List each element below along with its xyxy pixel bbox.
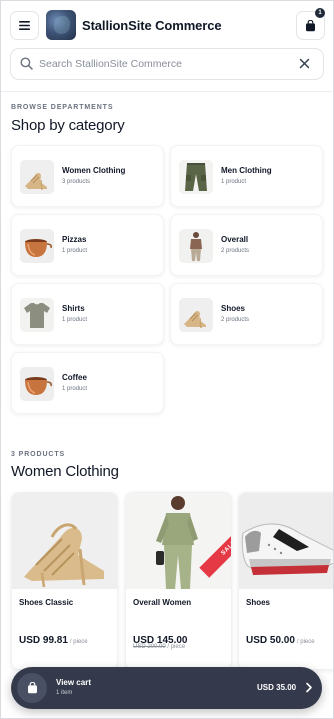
categories-title: Shop by category <box>11 117 125 134</box>
product-card[interactable]: Shoes Classic USD 99.81/ piece <box>11 492 118 670</box>
sneaker-image <box>239 493 333 589</box>
category-card[interactable]: Pizzas 1 product <box>11 214 164 276</box>
category-count: 1 product <box>62 248 88 254</box>
category-card[interactable]: Shoes 2 products <box>170 283 323 345</box>
products-title: Women Clothing <box>11 463 119 480</box>
category-count: 1 product <box>221 179 247 185</box>
category-card[interactable]: Overall 2 products <box>170 214 323 276</box>
sandal-heels-image <box>179 298 213 332</box>
search-bar <box>10 48 324 80</box>
sandal-heels-image <box>12 493 117 589</box>
products-eyebrow: 3 PRODUCTS <box>11 451 66 458</box>
category-count: 3 products <box>62 179 91 185</box>
category-name: Overall <box>221 235 249 244</box>
product-name: Shoes <box>246 598 271 607</box>
category-name: Women Clothing <box>62 166 126 175</box>
store-logo[interactable] <box>46 10 76 40</box>
category-card[interactable]: Women Clothing 3 products <box>11 145 164 207</box>
category-card[interactable]: Men Clothing 1 product <box>170 145 323 207</box>
cart-total: USD 35.00 <box>257 683 297 692</box>
store-name[interactable]: StallionSite Commerce <box>82 18 222 33</box>
price-unit: / piece <box>296 639 315 645</box>
view-cart-label: View cart <box>56 678 91 687</box>
category-count: 1 product <box>62 317 88 323</box>
cart-count-badge: 1 <box>315 8 325 18</box>
search-input[interactable] <box>39 54 289 74</box>
cart-item-count: 1 item <box>56 690 73 696</box>
category-name: Shirts <box>62 304 85 313</box>
price-unit: / piece <box>69 639 88 645</box>
copper-pot-image <box>20 367 54 401</box>
category-card[interactable]: Coffee 1 product <box>11 352 164 414</box>
chevron-right-icon <box>306 682 312 693</box>
category-name: Pizzas <box>62 235 87 244</box>
categories-eyebrow: BROWSE DEPARTMENTS <box>11 104 114 111</box>
close-icon[interactable] <box>299 58 310 69</box>
header: StallionSite Commerce 1 <box>1 1 333 91</box>
category-count: 1 product <box>62 386 88 392</box>
price-amount: USD 99.81 <box>19 635 68 646</box>
view-cart-bar[interactable]: View cart 1 item USD 35.00 <box>11 667 322 709</box>
category-card[interactable]: Shirts 1 product <box>11 283 164 345</box>
search-icon <box>20 57 33 70</box>
category-count: 2 products <box>221 248 250 254</box>
copper-pot-image <box>20 229 54 263</box>
product-card[interactable]: Shoes USD 50.00/ piece <box>238 492 333 670</box>
menu-button[interactable] <box>10 11 39 40</box>
app-frame: StallionSite Commerce 1 BROWSE DEPARTMEN… <box>0 0 334 719</box>
tshirt-image <box>20 298 54 332</box>
product-price: USD 50.00/ piece <box>246 630 315 648</box>
old-price-amount: USD 200.00 <box>133 644 166 650</box>
price-amount: USD 50.00 <box>246 635 295 646</box>
cargo-pants-image <box>179 160 213 194</box>
category-name: Shoes <box>221 304 246 313</box>
shopping-bag-icon <box>27 682 37 694</box>
header-divider <box>1 91 333 92</box>
hamburger-icon <box>19 21 30 30</box>
shopping-bag-icon <box>306 19 315 31</box>
product-name: Shoes Classic <box>19 598 74 607</box>
sandal-heels-image <box>20 160 54 194</box>
price-unit: / piece <box>167 644 186 650</box>
product-price: USD 99.81/ piece <box>19 630 88 648</box>
category-name: Men Clothing <box>221 166 272 175</box>
old-price: USD 200.00 / piece <box>133 644 185 650</box>
product-name: Overall Women <box>133 598 192 607</box>
model-outfit-image <box>179 229 213 263</box>
cart-bar-bag <box>17 673 47 703</box>
overall-model-image <box>126 493 231 589</box>
category-count: 2 products <box>221 317 250 323</box>
product-card[interactable]: SALE Overall Women USD 145.00 USD 200.00… <box>125 492 232 670</box>
category-name: Coffee <box>62 373 87 382</box>
